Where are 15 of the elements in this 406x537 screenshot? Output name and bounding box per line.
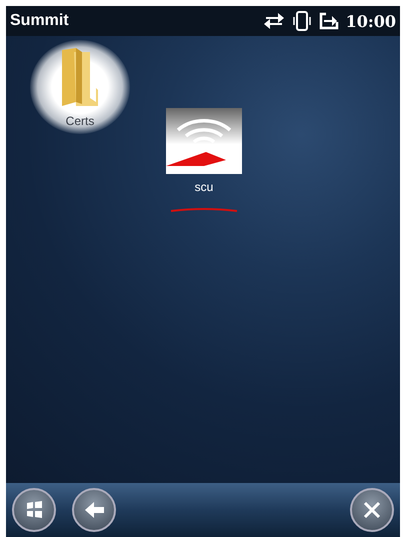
back-arrow-icon — [85, 502, 104, 518]
start-button[interactable] — [12, 488, 56, 532]
desktop-shortcut[interactable]: Certs — [30, 40, 130, 134]
shortcut-label: Certs — [66, 114, 94, 128]
folder-icon — [60, 46, 100, 108]
clock-time: 10:00 — [346, 12, 396, 30]
data-transfer-icon — [262, 11, 286, 31]
close-button[interactable] — [350, 488, 394, 532]
phone-vibrate-icon — [292, 10, 312, 32]
desktop-shortcut[interactable]: scu — [166, 108, 242, 218]
back-button[interactable] — [72, 488, 116, 532]
shortcut-label: scu — [194, 180, 214, 194]
close-icon — [364, 502, 380, 518]
app-title: Summit — [10, 12, 69, 30]
windows-flag-icon — [27, 501, 42, 518]
